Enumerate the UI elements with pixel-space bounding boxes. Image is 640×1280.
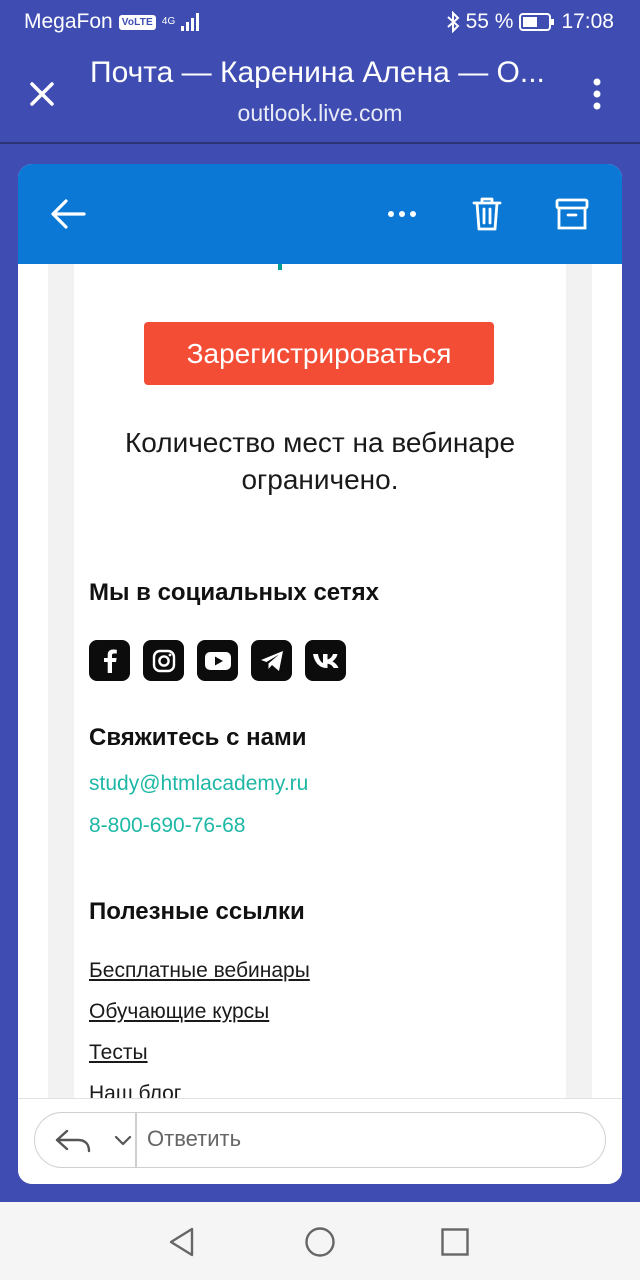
link-free-webinars[interactable]: Бесплатные вебинары <box>89 959 310 983</box>
archive-icon[interactable] <box>550 192 594 236</box>
reply-bar <box>18 1098 622 1184</box>
telegram-icon[interactable] <box>251 640 292 681</box>
more-options-icon[interactable] <box>584 74 610 114</box>
email-margin-left <box>18 264 48 1098</box>
mail-body: Зарегистрироваться Количество мест на ве… <box>18 264 622 1098</box>
browser-header: Почта — Каренина Алена — О... outlook.li… <box>0 44 640 142</box>
decorative-mark <box>278 264 282 270</box>
link-courses[interactable]: Обучающие курсы <box>89 1000 269 1024</box>
navigation-bar <box>0 1202 640 1280</box>
volte-badge: VoLTE <box>118 14 156 30</box>
home-circle-icon[interactable] <box>300 1222 340 1262</box>
recents-square-icon[interactable] <box>435 1222 475 1262</box>
social-icons <box>89 640 346 681</box>
facebook-icon[interactable] <box>89 640 130 681</box>
youtube-icon[interactable] <box>197 640 238 681</box>
reply-box <box>34 1112 606 1168</box>
useful-links-title: Полезные ссылки <box>89 898 305 925</box>
mail-toolbar <box>18 164 622 264</box>
mail-card: Зарегистрироваться Количество мест на ве… <box>18 164 622 1184</box>
header-divider <box>0 142 640 144</box>
social-title: Мы в социальных сетях <box>89 579 379 606</box>
network-type: 4G <box>161 16 176 27</box>
reply-separator <box>135 1113 137 1167</box>
carrier-name: MegaFon <box>24 10 113 33</box>
limited-seats-notice: Количество мест на вебинаре ограничено. <box>124 427 516 495</box>
link-blog[interactable]: Наш блог <box>89 1082 181 1098</box>
contact-title: Свяжитесь с нами <box>89 724 307 751</box>
status-bar: MegaFon VoLTE 4G 55 % 17:08 <box>0 0 640 44</box>
signal-icon <box>180 13 199 31</box>
page-url[interactable]: outlook.live.com <box>90 100 550 127</box>
bluetooth-icon <box>446 11 460 33</box>
contact-email-link[interactable]: study@htmlacademy.ru <box>89 772 308 796</box>
battery-percent: 55 % <box>465 10 514 33</box>
back-triangle-icon[interactable] <box>162 1222 202 1262</box>
battery-icon <box>519 13 555 31</box>
reply-icon[interactable] <box>53 1123 143 1157</box>
close-icon[interactable] <box>22 74 62 114</box>
register-button[interactable]: Зарегистрироваться <box>144 322 494 385</box>
link-tests[interactable]: Тесты <box>89 1041 148 1065</box>
email-content: Зарегистрироваться Количество мест на ве… <box>74 264 566 1098</box>
email-margin-right <box>592 264 622 1098</box>
contact-phone-link[interactable]: 8-800-690-76-68 <box>89 814 245 838</box>
page-title: Почта — Каренина Алена — О... <box>90 56 545 89</box>
clock: 17:08 <box>561 10 614 33</box>
reply-input[interactable] <box>147 1119 587 1159</box>
trash-icon[interactable] <box>465 192 509 236</box>
back-arrow-icon[interactable] <box>46 192 90 236</box>
more-actions-icon[interactable] <box>380 192 424 236</box>
instagram-icon[interactable] <box>143 640 184 681</box>
vk-icon[interactable] <box>305 640 346 681</box>
